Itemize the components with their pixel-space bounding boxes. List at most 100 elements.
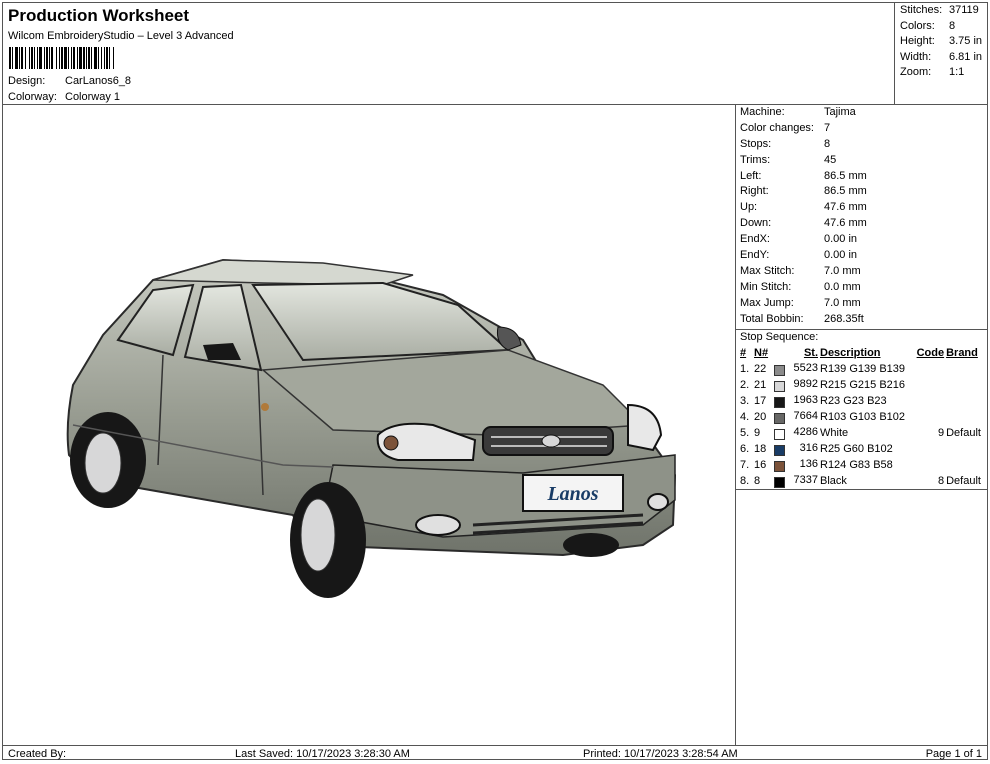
info-value: 47.6 mm	[824, 217, 867, 230]
front-wheel	[290, 482, 366, 598]
design-row: Design: CarLanos6_8	[8, 75, 131, 87]
colorway-value: Colorway 1	[65, 91, 121, 103]
license-plate-text: Lanos	[546, 483, 598, 505]
summary-value: 37119	[949, 4, 979, 16]
color-swatch	[774, 365, 785, 377]
info-label: Machine:	[740, 106, 785, 118]
colorway-label: Colorway:	[8, 91, 57, 103]
info-value: 86.5 mm	[824, 169, 867, 182]
color-description: Black	[820, 475, 847, 488]
needle-num: 20	[754, 411, 767, 424]
stop-row: 8. 8 7337 Black 8 Default	[739, 473, 985, 489]
summary-row: Zoom: 1:1	[895, 65, 987, 81]
color-code: 8	[937, 475, 945, 488]
machine-info-panel: Machine: Tajima Color changes: 7 Stops: 8 Trim…	[736, 105, 987, 491]
stop-num: 1.	[740, 363, 750, 376]
info-label: Up:	[740, 201, 758, 214]
needle-num: 18	[754, 443, 767, 456]
color-brand: Default	[946, 475, 981, 488]
info-label: Min Stitch:	[740, 280, 792, 293]
col-num: #	[740, 347, 747, 360]
color-description: R23 G23 B23	[820, 395, 887, 408]
page-number: Page 1 of 1	[925, 748, 982, 760]
right-headlight	[627, 403, 663, 452]
needle-num: 16	[754, 459, 767, 472]
info-label: EndY:	[740, 249, 770, 262]
stop-row: 5. 9 4286 White 9 Default	[739, 425, 985, 441]
machine-info-row: Total Bobbin: 268.35ft	[736, 312, 987, 328]
col-st: St.	[803, 347, 818, 360]
summary-label: Height:	[900, 35, 935, 47]
colorway-row: Colorway: Colorway 1	[8, 91, 120, 103]
stop-num: 7.	[740, 459, 750, 472]
stitch-count: 7337	[793, 474, 818, 487]
color-description: R25 G60 B102	[820, 443, 893, 456]
info-label: Color changes:	[740, 121, 814, 134]
stop-num: 2.	[740, 379, 750, 392]
info-label: Right:	[740, 185, 769, 198]
production-worksheet: Production Worksheet Wilcom EmbroiderySt…	[2, 2, 988, 760]
summary-row: Width: 6.81 in	[895, 50, 987, 66]
info-label: Left:	[740, 169, 762, 182]
needle-num: 9	[754, 427, 761, 440]
stitch-count: 136	[799, 458, 818, 471]
color-brand	[945, 409, 985, 425]
last-saved: Last Saved: 10/17/2023 3:28:30 AM	[235, 748, 410, 760]
design-value: CarLanos6_8	[65, 75, 132, 87]
car-embroidery-image: Lanos	[66, 258, 677, 598]
right-front-tire	[563, 533, 619, 557]
summary-label: Zoom:	[900, 66, 932, 78]
info-label: Total Bobbin:	[740, 312, 804, 325]
stop-num: 5.	[740, 427, 750, 440]
color-brand	[945, 441, 985, 457]
color-code	[913, 457, 945, 473]
summary-label: Colors:	[900, 19, 935, 32]
col-brand: Brand	[946, 347, 978, 360]
color-swatch	[774, 477, 785, 489]
summary-row: Stitches: 37119	[895, 3, 987, 19]
info-value: Tajima	[824, 106, 856, 118]
color-description: R124 G83 B58	[820, 459, 893, 472]
summary-value: 6.81 in	[949, 50, 983, 63]
machine-info-row: EndY: 0.00 in	[736, 248, 987, 264]
info-value: 7	[824, 121, 831, 134]
color-code	[913, 441, 945, 457]
info-value: 0.00 in	[824, 249, 858, 262]
summary-value: 3.75 in	[949, 35, 983, 47]
machine-info-row: EndX: 0.00 in	[736, 232, 987, 248]
machine-info-row: Max Stitch: 7.0 mm	[736, 264, 987, 280]
stitch-count: 9892	[793, 378, 818, 391]
stitch-count: 1963	[793, 394, 818, 407]
info-value: 47.6 mm	[824, 201, 867, 214]
stop-num: 8.	[740, 475, 750, 488]
printed-date: Printed: 10/17/2023 3:28:54 AM	[583, 748, 738, 760]
color-swatch	[774, 413, 785, 425]
worksheet-footer: Created By: Last Saved: 10/17/2023 3:28:…	[3, 745, 987, 760]
info-label: Stops:	[740, 137, 772, 150]
info-value: 7.0 mm	[824, 296, 861, 309]
color-code	[913, 409, 945, 425]
needle-num: 8	[754, 475, 761, 488]
color-code	[913, 361, 945, 377]
stop-row: 6. 18 316 R25 G60 B102	[739, 441, 985, 457]
summary-label: Width:	[900, 50, 932, 63]
col-description: Description	[820, 347, 881, 360]
color-swatch	[774, 445, 785, 457]
machine-info: Machine: Tajima Color changes: 7 Stops: 8 Trim…	[736, 105, 987, 327]
summary-row: Height: 3.75 in	[895, 34, 987, 50]
stop-row: 3. 17 1963 R23 G23 B23	[739, 393, 985, 409]
barcode	[9, 47, 114, 69]
design-summary: Stitches: 37119 Colors: 8 Height: 3.75 in Widt…	[895, 3, 987, 105]
info-value: 0.0 mm	[824, 280, 861, 293]
color-brand	[945, 377, 985, 393]
info-value: 86.5 mm	[824, 185, 867, 198]
created-by: Created By:	[8, 748, 67, 760]
needle-num: 17	[754, 395, 767, 408]
stop-num: 4.	[740, 411, 750, 424]
color-description: R139 G139 B139	[820, 363, 906, 376]
info-label: EndX:	[740, 233, 770, 246]
summary-row: Colors: 8	[895, 19, 987, 35]
color-swatch	[774, 381, 785, 393]
design-preview: Lanos	[3, 105, 736, 745]
info-label: Max Jump:	[740, 296, 794, 309]
